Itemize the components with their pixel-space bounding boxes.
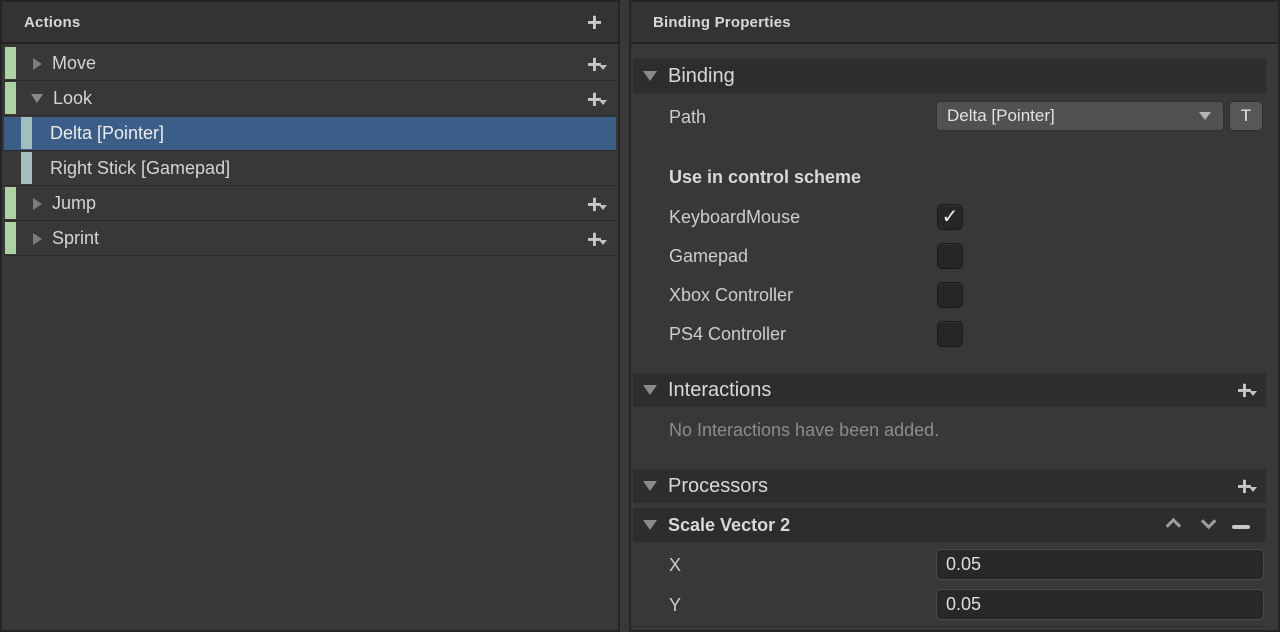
plus-icon: + [1237, 476, 1252, 496]
chevron-down-icon [1201, 514, 1217, 530]
add-binding-button[interactable]: + [587, 89, 616, 109]
plus-icon: + [587, 194, 602, 214]
dropdown-caret-icon [599, 205, 607, 210]
section-divider [633, 626, 1266, 627]
action-stripe [5, 187, 16, 219]
plus-icon: + [587, 54, 602, 74]
dropdown-caret-icon [599, 240, 607, 245]
param-x-label: X [669, 555, 681, 576]
actions-panel: Actions + Move + Look + Delta [Pointer] … [0, 0, 620, 632]
t-button-label: T [1241, 106, 1251, 126]
check-icon: ✓ [942, 207, 959, 227]
scheme-label-ps4-controller: PS4 Controller [669, 324, 786, 345]
binding-label: Right Stick [Gamepad] [50, 158, 230, 179]
dropdown-caret-icon [1199, 112, 1211, 120]
scheme-label-xbox-controller: Xbox Controller [669, 285, 793, 306]
binding-stripe [21, 152, 32, 184]
text-mode-button[interactable]: T [1229, 101, 1263, 131]
processor-scale-vector2-title: Scale Vector 2 [668, 515, 790, 536]
dropdown-caret-icon [1249, 487, 1257, 492]
processor-scale-vector2-header[interactable]: Scale Vector 2 [633, 508, 1266, 542]
path-label: Path [669, 107, 706, 128]
chevron-up-icon [1166, 518, 1182, 534]
tree-row-look[interactable]: Look + [4, 82, 616, 116]
scheme-label-gamepad: Gamepad [669, 246, 748, 267]
binding-properties-title: Binding Properties [631, 14, 791, 31]
tree-row-move[interactable]: Move + [4, 47, 616, 81]
action-label: Sprint [52, 228, 99, 249]
add-binding-button[interactable]: + [587, 229, 616, 249]
foldout-expanded-icon[interactable] [643, 71, 657, 81]
plus-icon: + [1237, 380, 1252, 400]
tree-row-jump[interactable]: Jump + [4, 187, 616, 221]
binding-properties-header: Binding Properties [631, 2, 1278, 44]
actions-title: Actions [2, 14, 80, 31]
action-label: Look [53, 88, 92, 109]
add-action-button[interactable]: + [587, 12, 618, 32]
tree-row-right-stick[interactable]: Right Stick [Gamepad] [4, 152, 616, 186]
param-x-input[interactable] [936, 549, 1264, 580]
foldout-expanded-icon[interactable] [643, 385, 657, 395]
checkbox-xbox-controller[interactable] [937, 282, 963, 308]
section-interactions-header[interactable]: Interactions + [633, 373, 1266, 407]
minus-icon [1232, 525, 1250, 529]
add-binding-button[interactable]: + [587, 194, 616, 214]
action-stripe [5, 222, 16, 254]
control-scheme-heading: Use in control scheme [669, 167, 861, 188]
dropdown-caret-icon [1249, 391, 1257, 396]
scheme-label-keyboardmouse: KeyboardMouse [669, 207, 800, 228]
checkbox-ps4-controller[interactable] [937, 321, 963, 347]
dropdown-caret-icon [599, 100, 607, 105]
section-processors-title: Processors [668, 475, 768, 498]
section-binding-title: Binding [668, 65, 735, 88]
section-binding-header[interactable]: Binding [633, 59, 1266, 93]
action-stripe [5, 47, 16, 79]
actions-header: Actions + [2, 2, 618, 44]
add-binding-button[interactable]: + [587, 54, 616, 74]
param-y-input[interactable] [936, 589, 1264, 620]
param-y-label: Y [669, 595, 681, 616]
foldout-expanded-icon[interactable] [31, 94, 43, 103]
add-processor-button[interactable]: + [1237, 476, 1266, 496]
section-processors-header[interactable]: Processors + [633, 469, 1266, 503]
foldout-collapsed-icon[interactable] [33, 198, 42, 210]
path-dropdown-value: Delta [Pointer] [937, 106, 1055, 126]
foldout-collapsed-icon[interactable] [33, 58, 42, 70]
foldout-expanded-icon[interactable] [643, 481, 657, 491]
path-dropdown[interactable]: Delta [Pointer] [936, 101, 1224, 131]
add-interaction-button[interactable]: + [1237, 380, 1266, 400]
move-up-button[interactable] [1170, 516, 1181, 534]
binding-properties-panel: Binding Properties Binding Path Delta [P… [629, 0, 1280, 632]
tree-row-delta-pointer[interactable]: Delta [Pointer] [4, 117, 616, 151]
interactions-empty-message: No Interactions have been added. [669, 420, 939, 441]
foldout-expanded-icon[interactable] [643, 520, 657, 530]
plus-icon: + [587, 229, 602, 249]
processor-controls [1170, 516, 1266, 534]
checkbox-gamepad[interactable] [937, 243, 963, 269]
plus-icon: + [587, 12, 602, 32]
action-label: Jump [52, 193, 96, 214]
action-stripe [5, 82, 16, 114]
checkbox-keyboardmouse[interactable]: ✓ [937, 204, 963, 230]
binding-label: Delta [Pointer] [50, 123, 164, 144]
move-down-button[interactable] [1201, 516, 1212, 534]
dropdown-caret-icon [599, 65, 607, 70]
action-label: Move [52, 53, 96, 74]
section-interactions-title: Interactions [668, 379, 771, 402]
foldout-collapsed-icon[interactable] [33, 233, 42, 245]
plus-icon: + [587, 89, 602, 109]
tree-row-sprint[interactable]: Sprint + [4, 222, 616, 256]
binding-stripe [21, 117, 32, 149]
remove-processor-button[interactable] [1232, 516, 1250, 534]
